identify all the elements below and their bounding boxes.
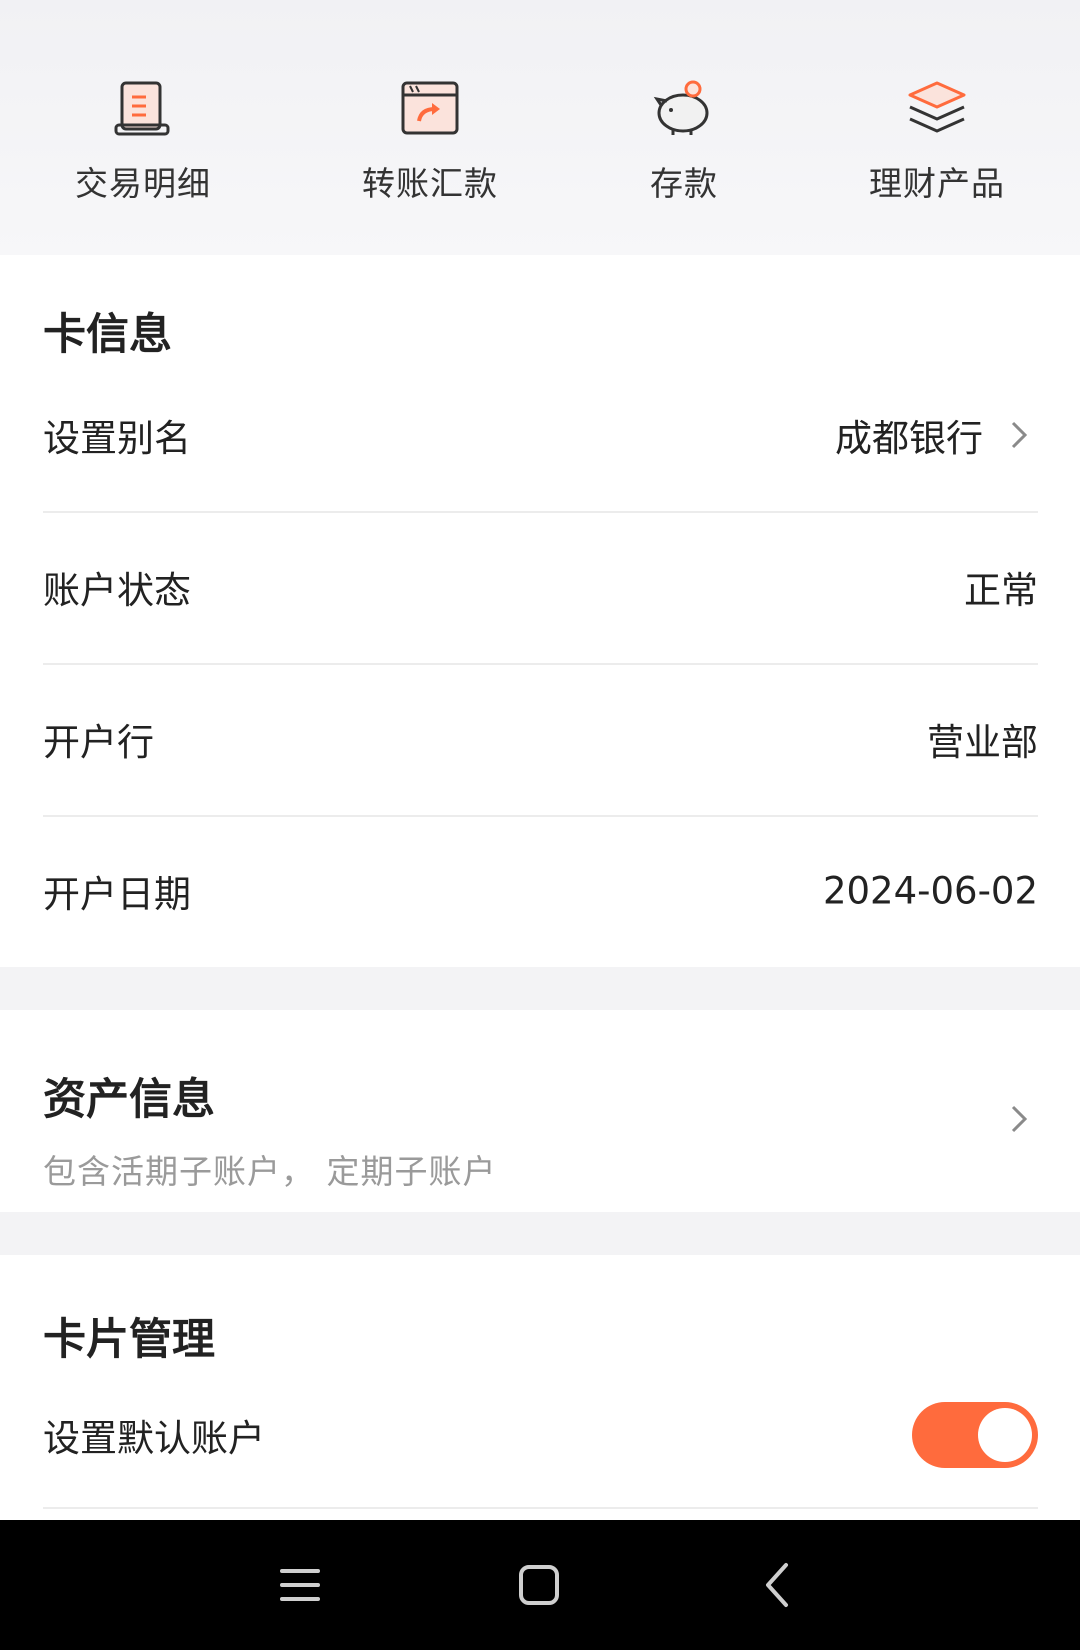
opening-date-value: 2024-06-02 — [822, 869, 1038, 913]
asset-info-subtitle: 包含活期子账户， 定期子账户 — [43, 1152, 497, 1191]
quick-action-label: 转账汇款 — [362, 164, 498, 203]
transfer-icon — [401, 81, 459, 135]
quick-action-label: 交易明细 — [75, 164, 211, 203]
quick-actions-bar: 交易明细 转账汇款 存款 理财产品 — [0, 0, 1080, 255]
asset-info-section[interactable]: 资产信息 包含活期子账户， 定期子账户 — [0, 1010, 1080, 1212]
account-status-row: 账户状态 正常 — [43, 511, 1038, 665]
card-info-title: 卡信息 — [43, 310, 172, 360]
opening-date-label: 开户日期 — [43, 873, 191, 916]
quick-action-wealth-products[interactable]: 理财产品 — [837, 75, 1037, 215]
card-info-section: 卡信息 设置别名 成都银行 账户状态 正常 开户行 营业部 开户日期 2024-… — [0, 255, 1080, 967]
toggle-knob — [978, 1408, 1032, 1462]
menu-icon[interactable] — [270, 1555, 330, 1615]
quick-action-deposit[interactable]: 存款 — [584, 75, 784, 215]
home-icon[interactable] — [509, 1555, 569, 1615]
layers-icon — [908, 81, 966, 133]
opening-date-row: 开户日期 2024-06-02 — [43, 815, 1038, 967]
card-management-title: 卡片管理 — [43, 1315, 215, 1365]
quick-action-label: 存款 — [650, 164, 718, 203]
account-status-value: 正常 — [964, 569, 1038, 612]
back-icon[interactable] — [748, 1555, 808, 1615]
asset-info-title: 资产信息 — [43, 1075, 215, 1125]
alias-label: 设置别名 — [43, 417, 191, 460]
quick-action-transaction-details[interactable]: 交易明细 — [43, 75, 243, 215]
alias-row[interactable]: 设置别名 成都银行 — [43, 359, 1038, 513]
quick-action-transfer[interactable]: 转账汇款 — [330, 75, 530, 215]
receipt-icon — [114, 81, 170, 136]
chevron-right-icon — [1011, 421, 1028, 449]
default-account-toggle[interactable] — [912, 1402, 1038, 1468]
default-account-label: 设置默认账户 — [43, 1417, 265, 1460]
opening-branch-label: 开户行 — [43, 721, 154, 764]
default-account-row: 设置默认账户 — [43, 1363, 1038, 1509]
alias-value: 成都银行 — [835, 417, 983, 460]
piggy-bank-icon — [653, 80, 709, 135]
chevron-right-icon — [1011, 1105, 1028, 1133]
system-nav-bar — [0, 1520, 1080, 1650]
quick-action-label: 理财产品 — [869, 164, 1005, 203]
opening-branch-row: 开户行 营业部 — [43, 663, 1038, 817]
card-management-section: 卡片管理 设置默认账户 — [0, 1255, 1080, 1520]
account-status-label: 账户状态 — [43, 569, 191, 612]
opening-branch-value: 营业部 — [927, 721, 1038, 764]
